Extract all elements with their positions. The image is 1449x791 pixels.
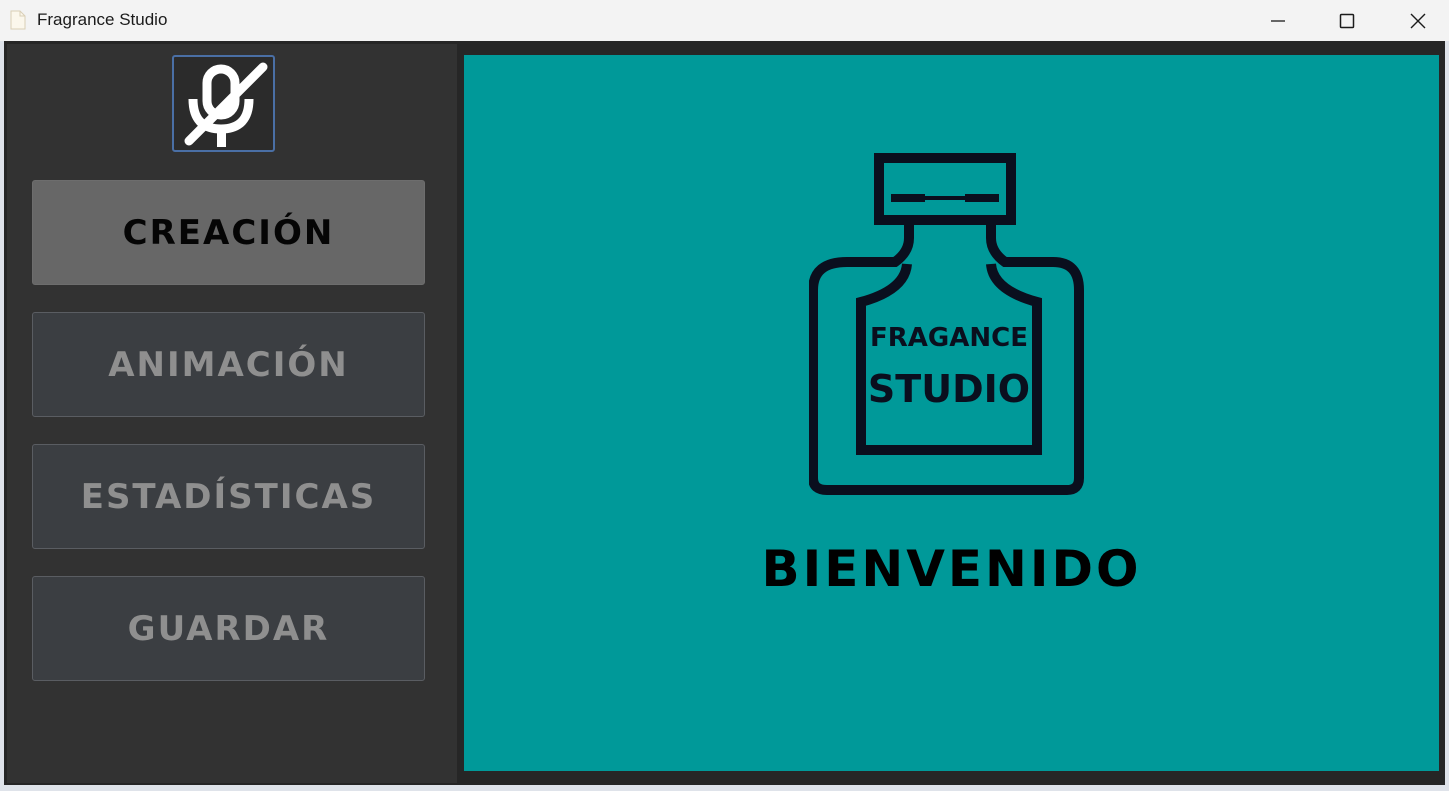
app-icon [10,10,26,30]
logo-button[interactable] [172,55,275,152]
welcome-heading: BIENVENIDO [761,540,1142,598]
guardar-button[interactable]: GUARDAR [32,576,425,681]
mic-off-icon [184,62,267,147]
estadisticas-button[interactable]: ESTADÍSTICAS [32,444,425,549]
window-title: Fragrance Studio [37,10,168,29]
close-icon [1410,13,1426,28]
title-bar: Fragrance Studio [0,0,1449,41]
close-button[interactable] [1383,0,1449,41]
maximize-icon [1339,13,1355,28]
minimize-icon [1271,19,1285,22]
brand-logo: FRAGANCE STUDIO [809,150,1089,500]
logo-text-line1: FRAGANCE [870,323,1028,353]
animacion-button[interactable]: ANIMACIÓN [32,312,425,417]
logo-text-line2: STUDIO [867,367,1031,411]
welcome-panel: FRAGANCE STUDIO BIENVENIDO [464,55,1439,771]
creacion-button[interactable]: CREACIÓN [32,180,425,285]
maximize-button[interactable] [1312,0,1382,41]
minimize-button[interactable] [1243,0,1313,41]
